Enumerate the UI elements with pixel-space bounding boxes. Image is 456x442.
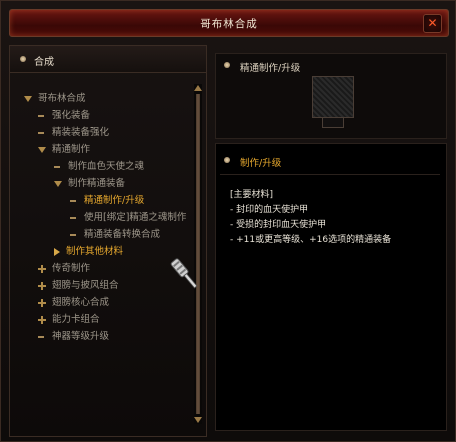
bullet-icon [224, 62, 230, 68]
item-slot-base [322, 118, 344, 128]
window-title: 哥布林合成 [200, 18, 258, 30]
plus-icon [38, 298, 46, 307]
recipe-detail-panel: 制作/升级 [主要材料] - 封印的血天使护甲 - 受损的封印血天使护甲 - +… [215, 143, 447, 431]
tree-item-label: 使用[绑定]精通之魂制作 [84, 212, 186, 223]
bullet-icon [224, 157, 230, 163]
tree-item-label: 制作血色天使之魂 [68, 161, 145, 172]
tree-item-label: 能力卡组合 [52, 314, 100, 325]
material-line: - 受损的封印血天使护甲 [230, 220, 327, 230]
expand-arrow-icon [24, 95, 32, 102]
hammer-cursor-icon [170, 258, 198, 289]
material-line: - +11或更高等级、+16选项的精通装备 [230, 235, 392, 245]
crafting-window: 哥布林合成 ✕ 合成 哥布林合成 强化装备 精装装备强化 精通制作 制作血色天使之魂 制作… [0, 0, 456, 442]
dash-icon [70, 233, 76, 236]
scroll-thumb[interactable] [196, 94, 200, 414]
tree-scrollbar[interactable] [194, 84, 202, 424]
close-button[interactable]: ✕ [423, 14, 442, 33]
recipe-title: 制作/升级 [240, 158, 282, 169]
plus-icon [38, 315, 46, 324]
close-icon: ✕ [427, 16, 438, 30]
result-preview-title: 精通制作/升级 [240, 63, 301, 74]
result-preview-panel: 精通制作/升级 [215, 53, 447, 139]
category-panel-header: 合成 [10, 46, 206, 73]
dash-icon [38, 131, 44, 134]
tree-item-label: 神器等级升级 [52, 331, 110, 342]
plus-icon [38, 264, 46, 273]
tree-item-label: 制作精通装备 [68, 178, 126, 189]
tree-item-label: 哥布林合成 [38, 93, 86, 104]
divider [220, 174, 440, 175]
material-line: [主要材料] [230, 190, 274, 200]
tree-item-label: 翅膀与披风组合 [52, 280, 119, 291]
dash-icon [54, 165, 60, 168]
tree-item[interactable]: 精通制作/升级 [70, 194, 186, 208]
dash-icon [70, 216, 76, 219]
armor-item-icon[interactable] [312, 76, 354, 118]
tree-item[interactable]: 能力卡组合 [38, 313, 186, 327]
tree-item[interactable]: 哥布林合成 [24, 92, 186, 106]
tree-item[interactable]: 神器等级升级 [38, 330, 186, 344]
dash-icon [38, 335, 44, 338]
tree-item[interactable]: 精通制作 [38, 143, 186, 157]
tree-item-label: 精装装备强化 [52, 127, 110, 138]
tree-item[interactable]: 制作精通装备 [54, 177, 186, 191]
scroll-down-arrow[interactable] [194, 416, 202, 424]
scroll-up-arrow[interactable] [194, 84, 202, 92]
bullet-icon [20, 56, 26, 62]
dash-icon [70, 199, 76, 202]
tree-item[interactable]: 传奇制作 [38, 262, 186, 276]
tree-item[interactable]: 使用[绑定]精通之魂制作 [70, 211, 186, 225]
tree-item-label: 精通装备转换合成 [84, 229, 161, 240]
tree-item[interactable]: 翅膀与披风组合 [38, 279, 186, 293]
tree-item-label: 强化装备 [52, 110, 91, 121]
tree-item-label: 翅膀核心合成 [52, 297, 110, 308]
title-bar: 哥布林合成 ✕ [9, 9, 449, 37]
tree-item-label: 制作其他材料 [66, 246, 124, 257]
tree-item[interactable]: 强化装备 [38, 109, 186, 123]
tree-item-label: 传奇制作 [52, 263, 91, 274]
tree-item[interactable]: 精装装备强化 [38, 126, 186, 140]
arrow-right-icon [54, 247, 60, 256]
expand-arrow-icon [38, 146, 46, 153]
recipe-materials: [主要材料] - 封印的血天使护甲 - 受损的封印血天使护甲 - +11或更高等… [230, 188, 391, 248]
category-panel: 合成 哥布林合成强化装备精装装备强化 精通制作制作血色天使之魂 制作精通装备精通制作… [9, 45, 207, 437]
category-panel-title: 合成 [34, 57, 54, 68]
dash-icon [38, 114, 44, 117]
material-line: - 封印的血天使护甲 [230, 205, 309, 215]
tree-item[interactable]: 翅膀核心合成 [38, 296, 186, 310]
scroll-track[interactable] [196, 94, 200, 414]
plus-icon [38, 281, 46, 290]
expand-arrow-icon [54, 180, 62, 187]
tree-item[interactable]: 制作血色天使之魂 [54, 160, 186, 174]
tree-item-label: 精通制作 [52, 144, 91, 155]
tree-item[interactable]: 精通装备转换合成 [70, 228, 186, 242]
tree-item-label: 精通制作/升级 [84, 195, 145, 206]
